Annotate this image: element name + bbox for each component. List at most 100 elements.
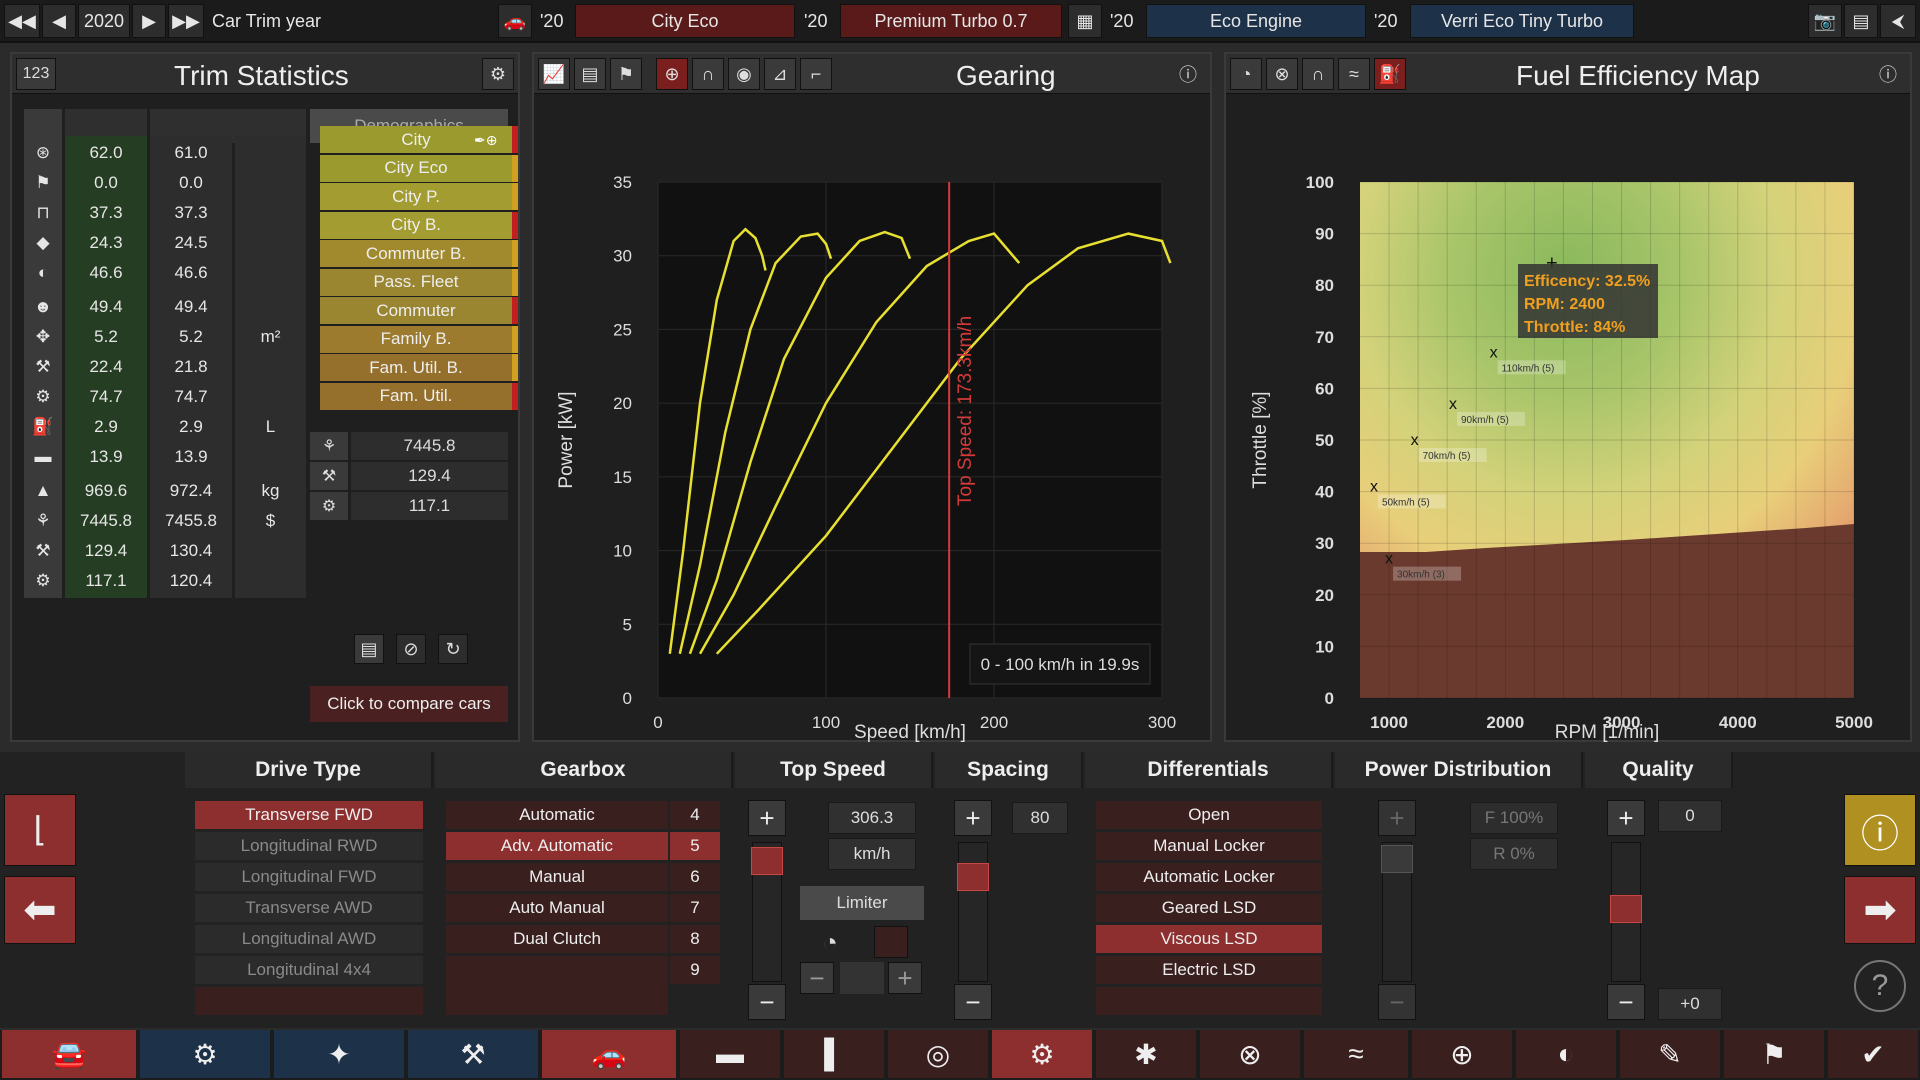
- gearbox-option[interactable]: Manual: [446, 863, 668, 891]
- tab-finish[interactable]: ✔: [1828, 1030, 1918, 1078]
- operating-point-marker[interactable]: x: [1411, 432, 1419, 449]
- quality-slider[interactable]: [1610, 842, 1642, 982]
- refresh-icon[interactable]: ↻: [438, 634, 468, 664]
- gauge-icon[interactable]: ◔: [1230, 58, 1262, 90]
- power-plus-button[interactable]: +: [1378, 800, 1416, 836]
- drive-option[interactable]: Longitudinal AWD: [195, 925, 423, 953]
- power-minus-button[interactable]: −: [1378, 984, 1416, 1020]
- top-speed-slider[interactable]: [751, 842, 783, 982]
- warning-icon[interactable]: ⓘ: [1844, 794, 1916, 866]
- drive-option[interactable]: Transverse AWD: [195, 894, 423, 922]
- power-distribution-slider[interactable]: [1381, 842, 1413, 982]
- spacing-plus-button[interactable]: +: [954, 800, 992, 836]
- differential-option[interactable]: Geared LSD: [1096, 894, 1322, 922]
- gear-count-option[interactable]: 7: [670, 894, 720, 922]
- slider-knob[interactable]: [751, 847, 783, 875]
- quality-plus-button[interactable]: +: [1607, 800, 1645, 836]
- differential-option[interactable]: Electric LSD: [1096, 956, 1322, 984]
- differential-option[interactable]: Automatic Locker: [1096, 863, 1322, 891]
- gear-count-option[interactable]: 6: [670, 863, 720, 891]
- next-year-button[interactable]: ▶: [132, 4, 166, 38]
- drive-option[interactable]: Transverse FWD: [195, 801, 423, 829]
- engine-block-icon[interactable]: ▦: [1068, 4, 1102, 38]
- tab-safety[interactable]: ◎: [888, 1030, 988, 1078]
- wave-icon[interactable]: ≈: [1338, 58, 1370, 90]
- tab-aero[interactable]: ≈: [1304, 1030, 1408, 1078]
- limiter-minus-button[interactable]: −: [800, 962, 834, 994]
- turbo-icon[interactable]: ⊗: [1266, 58, 1298, 90]
- tab-fixtures[interactable]: 🚗: [542, 1030, 676, 1078]
- engine-family-selector[interactable]: Eco Engine: [1146, 4, 1366, 38]
- car-icon[interactable]: 🚗: [498, 4, 532, 38]
- operating-point-marker[interactable]: x: [1385, 551, 1393, 568]
- demographic-item[interactable]: Fam. Util.: [320, 382, 518, 410]
- gearbox-icon[interactable]: ⊕: [656, 58, 688, 90]
- demographic-item[interactable]: Commuter: [320, 297, 518, 324]
- engine-selector[interactable]: Verri Eco Tiny Turbo: [1410, 4, 1634, 38]
- differential-option[interactable]: Manual Locker: [1096, 832, 1322, 860]
- tab-equipment[interactable]: ▌: [784, 1030, 884, 1078]
- top-speed-minus-button[interactable]: −: [748, 984, 786, 1020]
- tab-comfort[interactable]: ◐: [1516, 1030, 1616, 1078]
- tab-drivetrain[interactable]: ⚒: [408, 1030, 538, 1078]
- tab-handling[interactable]: ⊕: [1412, 1030, 1512, 1078]
- gearbox-option[interactable]: Automatic: [446, 801, 668, 829]
- chart-toggle-icon[interactable]: ⌊: [4, 794, 76, 866]
- tab-wheels[interactable]: ✱: [1096, 1030, 1196, 1078]
- tab-body[interactable]: 🚘: [2, 1030, 136, 1078]
- limiter-toggle[interactable]: [874, 926, 908, 958]
- slider-knob[interactable]: [957, 863, 989, 891]
- help-icon[interactable]: ⓘ: [1172, 58, 1204, 90]
- gear-count-option[interactable]: 8: [670, 925, 720, 953]
- seat-icon[interactable]: ⊿: [764, 58, 796, 90]
- suspension-icon[interactable]: ∩: [692, 58, 724, 90]
- spacing-minus-button[interactable]: −: [954, 984, 992, 1020]
- top-speed-plus-button[interactable]: +: [748, 800, 786, 836]
- fast-forward-icon[interactable]: ▶▶: [168, 4, 204, 38]
- body-selector[interactable]: Premium Turbo 0.7: [840, 4, 1062, 38]
- tab-tuning[interactable]: ✎: [1620, 1030, 1720, 1078]
- quality-value[interactable]: 0: [1658, 800, 1722, 832]
- brake-icon[interactable]: ◉: [728, 58, 760, 90]
- differential-option[interactable]: Open: [1096, 801, 1322, 829]
- quality-minus-button[interactable]: −: [1607, 984, 1645, 1020]
- report-icon[interactable]: ▤: [354, 634, 384, 664]
- help-icon[interactable]: ⓘ: [1872, 58, 1904, 90]
- camera-icon[interactable]: 📷: [1808, 4, 1842, 38]
- back-icon[interactable]: ⮜: [1880, 4, 1916, 38]
- flag-icon[interactable]: ⚑: [610, 58, 642, 90]
- tab-suspension[interactable]: ✦: [274, 1030, 404, 1078]
- tab-brakes[interactable]: ⊗: [1200, 1030, 1300, 1078]
- prev-year-button[interactable]: ◀: [42, 4, 76, 38]
- differential-option[interactable]: Viscous LSD: [1096, 925, 1322, 953]
- drive-option[interactable]: Longitudinal RWD: [195, 832, 423, 860]
- graph-icon[interactable]: 📈: [538, 58, 570, 90]
- table-icon[interactable]: ▤: [574, 58, 606, 90]
- spacing-slider[interactable]: [957, 842, 989, 982]
- fuel-pump-icon[interactable]: ⛽: [1374, 58, 1406, 90]
- cam-icon[interactable]: ∩: [1302, 58, 1334, 90]
- top-speed-unit[interactable]: km/h: [828, 838, 916, 870]
- settings-icon[interactable]: ⚙: [482, 58, 514, 90]
- operating-point-marker[interactable]: x: [1490, 344, 1498, 361]
- gearbox-option[interactable]: Auto Manual: [446, 894, 668, 922]
- help-icon[interactable]: ?: [1854, 960, 1906, 1012]
- tab-testing[interactable]: ⚑: [1724, 1030, 1824, 1078]
- slider-knob[interactable]: [1381, 845, 1413, 873]
- tab-gearbox[interactable]: ⚙: [992, 1030, 1092, 1078]
- trim-selector[interactable]: City Eco: [575, 4, 795, 38]
- demographic-item[interactable]: City Eco: [320, 154, 518, 182]
- top-speed-value[interactable]: 306.3: [828, 802, 916, 834]
- gear-count-option[interactable]: 5: [670, 832, 720, 860]
- limiter-value[interactable]: [840, 962, 884, 994]
- clear-icon[interactable]: ⊘: [396, 634, 426, 664]
- compare-cars-button[interactable]: Click to compare cars: [310, 686, 508, 722]
- limiter-plus-button[interactable]: +: [888, 962, 922, 994]
- rewind-icon[interactable]: ◀◀: [4, 4, 40, 38]
- demographic-item[interactable]: Family B.: [320, 325, 518, 353]
- slider-knob[interactable]: [1610, 895, 1642, 923]
- gearbox-option[interactable]: Adv. Automatic: [446, 832, 668, 860]
- drive-option[interactable]: Longitudinal FWD: [195, 863, 423, 891]
- spacing-value[interactable]: 80: [1012, 802, 1068, 834]
- calculator-icon[interactable]: ▤: [1844, 4, 1878, 38]
